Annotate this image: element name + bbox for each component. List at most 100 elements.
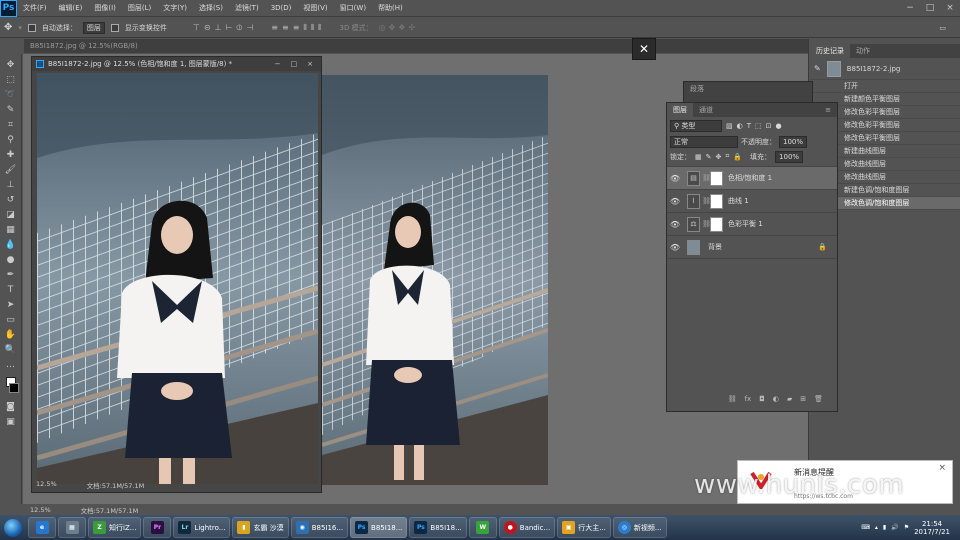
marquee-tool-icon[interactable]: ⬚ (3, 73, 19, 87)
taskbar-task[interactable]: ● Bandic... (498, 517, 556, 538)
float-maximize-icon[interactable]: □ (291, 60, 298, 68)
document-tab[interactable]: B85I1872.jpg @ 12.5%(RGB/8) (24, 39, 184, 53)
float-minimize-icon[interactable]: − (275, 60, 281, 68)
delete-layer-icon[interactable]: 🗑 (814, 395, 823, 409)
layer-mask-thumbnail[interactable] (710, 170, 723, 186)
align-left-icon[interactable]: ⊢ (226, 23, 233, 33)
tool-preset-chevron-icon[interactable]: ▾ (18, 24, 22, 32)
history-brush-source-icon[interactable]: ✎ (814, 64, 821, 73)
taskbar-task[interactable]: ▮ 玄霸 沙漠 (232, 517, 289, 538)
menu-layer[interactable]: 图层(L) (122, 3, 157, 13)
visibility-eye-icon[interactable]: 👁 (667, 197, 683, 206)
filter-smart-icon[interactable]: ⊡ (766, 122, 772, 130)
layer-row-background[interactable]: 👁 背景 🔒 (667, 236, 837, 259)
lasso-tool-icon[interactable]: ➰ (3, 88, 19, 102)
tab-channels[interactable]: 通道 (693, 103, 719, 117)
menu-edit[interactable]: 编辑(E) (53, 3, 89, 13)
menu-view[interactable]: 视图(V) (297, 3, 333, 13)
taskbar-task[interactable]: Z 知行iZ... (88, 517, 142, 538)
lock-position-icon[interactable]: ✥ (716, 153, 722, 161)
brush-tool-icon[interactable]: 🖌 (3, 163, 19, 177)
menu-type[interactable]: 文字(Y) (157, 3, 193, 13)
filter-toggle-icon[interactable]: ● (776, 122, 782, 130)
mask-link-icon[interactable]: ⛓ (702, 174, 711, 182)
distribute-left-icon[interactable]: ⫴ (303, 23, 306, 33)
auto-select-checkbox[interactable] (27, 23, 36, 32)
notify-close-icon[interactable]: × (938, 463, 946, 473)
maximize-button[interactable]: □ (920, 0, 940, 17)
mask-link-icon[interactable]: ⛓ (702, 197, 711, 205)
floating-window-titlebar[interactable]: B85I1872-2.jpg @ 12.5% (色相/饱和度 1, 图层蒙版/8… (32, 57, 321, 71)
zoom-tool-icon[interactable]: 🔍 (3, 343, 19, 357)
menu-help[interactable]: 帮助(H) (372, 3, 409, 13)
path-select-tool-icon[interactable]: ➤ (3, 298, 19, 312)
taskbar-task[interactable]: ▣ 行大主... (557, 517, 611, 538)
type-tool-icon[interactable]: T (3, 283, 19, 297)
layer-mask-thumbnail[interactable] (710, 216, 723, 232)
tray-keyboard-icon[interactable]: ⌨ (861, 524, 870, 531)
distribute-top-icon[interactable]: ≡ (271, 23, 278, 33)
menu-file[interactable]: 文件(F) (17, 3, 53, 13)
menu-image[interactable]: 图像(I) (88, 3, 122, 13)
new-group-icon[interactable]: ▰ (787, 395, 792, 409)
start-button[interactable] (0, 515, 26, 540)
distribute-bottom-icon[interactable]: ≡ (293, 23, 300, 33)
pen-tool-icon[interactable]: ✒ (3, 268, 19, 282)
history-brush-icon[interactable]: ↺ (3, 193, 19, 207)
float-zoom-value[interactable]: 12.5% (36, 480, 57, 492)
eraser-tool-icon[interactable]: ◪ (3, 208, 19, 222)
visibility-eye-icon[interactable]: 👁 (667, 243, 683, 252)
align-vcenter-icon[interactable]: ⊝ (204, 23, 211, 33)
filter-shape-icon[interactable]: ⬚ (755, 122, 762, 130)
menu-select[interactable]: 选择(S) (193, 3, 229, 13)
tray-flag-icon[interactable]: ⚑ (904, 524, 909, 531)
visibility-eye-icon[interactable]: 👁 (667, 220, 683, 229)
mask-link-icon[interactable]: ⛓ (702, 220, 711, 228)
crop-tool-icon[interactable]: ⌗ (3, 118, 19, 132)
background-color-swatch[interactable] (8, 383, 19, 393)
taskbar-task[interactable]: W (468, 517, 497, 538)
gradient-tool-icon[interactable]: ▦ (3, 223, 19, 237)
more-tools-icon[interactable]: … (3, 358, 19, 372)
quick-select-tool-icon[interactable]: ✎ (3, 103, 19, 117)
shape-tool-icon[interactable]: ▭ (3, 313, 19, 327)
visibility-eye-icon[interactable]: 👁 (667, 174, 683, 183)
tab-history[interactable]: 历史记录 (810, 44, 850, 58)
clock[interactable]: 21:54 2017/7/21 (914, 520, 950, 536)
taskbar-task[interactable]: ◎ 新视频... (612, 517, 667, 538)
move-tool-icon[interactable]: ✥ (4, 22, 12, 33)
menu-window[interactable]: 窗口(W) (334, 3, 372, 13)
layer-name[interactable]: 曲线 1 (728, 196, 749, 206)
filter-adjustment-icon[interactable]: ◐ (737, 122, 743, 130)
minimize-button[interactable]: − (900, 0, 920, 17)
filter-type-icon[interactable]: T (747, 122, 751, 130)
taskbar-task[interactable]: Lr Lightro... (173, 517, 231, 538)
taskbar-task[interactable]: ◉ B85I16... (290, 517, 349, 538)
link-layers-icon[interactable]: ⛓ (728, 395, 737, 409)
new-adjustment-icon[interactable]: ◐ (773, 395, 779, 409)
layer-style-fx-icon[interactable]: fx (745, 395, 752, 409)
layer-mask-thumbnail[interactable] (710, 193, 723, 209)
quick-mask-icon[interactable]: ◙ (3, 400, 19, 414)
add-mask-icon[interactable]: ◘ (759, 395, 765, 409)
tab-layers[interactable]: 图层 (667, 103, 693, 117)
layer-row-hue-saturation[interactable]: 👁 ▤ ⛓ 色相/饱和度 1 (667, 167, 837, 190)
menu-filter[interactable]: 滤镜(T) (229, 3, 265, 13)
eyedropper-tool-icon[interactable]: ⚲ (3, 133, 19, 147)
align-right-icon[interactable]: ⊣ (246, 23, 253, 33)
stamp-tool-icon[interactable]: ⊥ (3, 178, 19, 192)
fill-input[interactable]: 100% (775, 150, 804, 163)
tray-volume-icon[interactable]: 🔊 (891, 524, 898, 531)
layer-name[interactable]: 色彩平衡 1 (728, 219, 763, 229)
workspace-icon[interactable]: ▭ (939, 24, 946, 32)
floating-photo[interactable] (36, 73, 319, 484)
blend-mode-dropdown[interactable]: 正常 (670, 135, 738, 148)
lock-transparent-icon[interactable]: ▦ (695, 153, 702, 161)
close-button[interactable]: × (940, 0, 960, 17)
lock-artboard-icon[interactable]: ⌗ (725, 152, 729, 161)
align-top-icon[interactable]: ⊤ (193, 23, 200, 33)
distribute-vcenter-icon[interactable]: ≡ (282, 23, 289, 33)
menu-3d[interactable]: 3D(D) (265, 4, 298, 12)
tab-actions[interactable]: 动作 (850, 44, 876, 58)
distribute-hcenter-icon[interactable]: ⫴ (311, 23, 314, 33)
